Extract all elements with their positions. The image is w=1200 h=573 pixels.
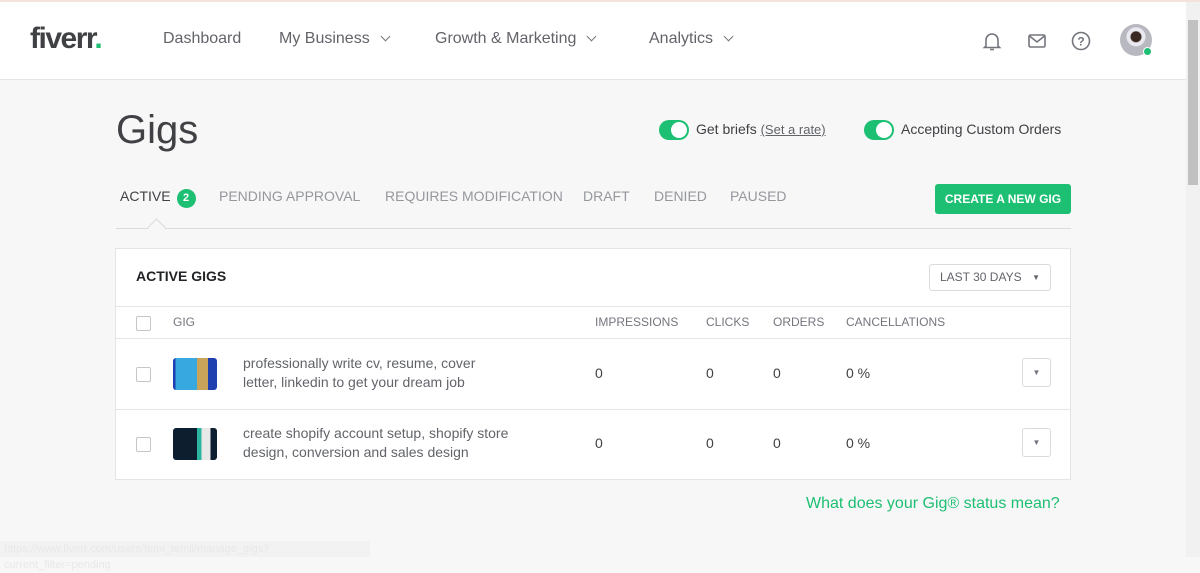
tab-draft[interactable]: DRAFT bbox=[583, 188, 630, 204]
get-briefs-toggle[interactable] bbox=[659, 120, 689, 140]
date-range-select[interactable]: LAST 30 DAYS ▼ bbox=[929, 264, 1051, 291]
gig-title[interactable]: create shopify account setup, shopify st… bbox=[243, 424, 513, 462]
col-impressions: IMPRESSIONS bbox=[595, 315, 679, 329]
tab-requires-modification[interactable]: REQUIRES MODIFICATION bbox=[385, 188, 563, 204]
nav-my-business[interactable]: My Business bbox=[279, 30, 391, 48]
clicks: 0 bbox=[706, 365, 714, 381]
tab-divider bbox=[116, 228, 1071, 229]
active-count-badge: 2 bbox=[176, 189, 196, 208]
col-orders: ORDERS bbox=[773, 315, 825, 329]
active-gigs-card: ACTIVE GIGS LAST 30 DAYS ▼ GIG IMPRESSION… bbox=[115, 248, 1071, 480]
nav-dashboard[interactable]: Dashboard bbox=[163, 30, 241, 48]
custom-orders-label: Accepting Custom Orders bbox=[901, 121, 1062, 137]
tab-pending-approval[interactable]: PENDING APPROVAL bbox=[219, 188, 360, 204]
divider bbox=[116, 409, 1070, 410]
caret-down-icon: ▼ bbox=[1032, 273, 1040, 282]
row-actions-dropdown[interactable]: ▼ bbox=[1022, 428, 1051, 457]
row-actions-dropdown[interactable]: ▼ bbox=[1022, 358, 1051, 387]
scrollbar-thumb[interactable] bbox=[1188, 20, 1198, 185]
tab-paused[interactable]: PAUSED bbox=[730, 188, 787, 204]
top-nav: fiverr. Dashboard My Business Growth & M… bbox=[0, 2, 1186, 80]
cancellations: 0 % bbox=[846, 365, 871, 381]
gig-status-help-link[interactable]: What does your Gig® status mean? bbox=[806, 495, 1060, 513]
col-clicks: CLICKS bbox=[706, 315, 750, 329]
impressions: 0 bbox=[595, 435, 603, 451]
nav-analytics[interactable]: Analytics bbox=[649, 30, 734, 48]
chevron-down-icon bbox=[380, 31, 391, 42]
col-gig: GIG bbox=[173, 315, 196, 329]
nav-growth-marketing[interactable]: Growth & Marketing bbox=[435, 30, 597, 48]
chevron-down-icon bbox=[723, 31, 734, 42]
tab-denied[interactable]: DENIED bbox=[654, 188, 707, 204]
custom-orders-toggle[interactable] bbox=[864, 120, 894, 140]
get-briefs-label: Get briefs (Set a rate) bbox=[696, 121, 826, 137]
set-rate-link[interactable]: (Set a rate) bbox=[761, 122, 826, 137]
select-all-checkbox[interactable] bbox=[136, 316, 151, 331]
clicks: 0 bbox=[706, 435, 714, 451]
divider bbox=[116, 306, 1070, 307]
scrollbar[interactable] bbox=[1186, 2, 1200, 557]
orders: 0 bbox=[773, 435, 781, 451]
row-checkbox[interactable] bbox=[136, 437, 151, 452]
gig-thumbnail[interactable] bbox=[173, 358, 217, 390]
impressions: 0 bbox=[595, 365, 603, 381]
gig-thumbnail[interactable] bbox=[173, 428, 217, 460]
orders: 0 bbox=[773, 365, 781, 381]
gig-title[interactable]: professionally write cv, resume, cover l… bbox=[243, 354, 513, 392]
chevron-down-icon bbox=[586, 31, 597, 42]
row-checkbox[interactable] bbox=[136, 367, 151, 382]
svg-text:?: ? bbox=[1077, 35, 1084, 49]
online-indicator bbox=[1143, 47, 1152, 56]
active-tab-indicator bbox=[147, 218, 166, 237]
fiverr-logo[interactable]: fiverr. bbox=[30, 22, 103, 56]
divider bbox=[116, 338, 1070, 339]
status-bar-url: https://www.fiverr.com/users/temi_temii/… bbox=[0, 541, 370, 571]
page-title: Gigs bbox=[116, 108, 199, 152]
cancellations: 0 % bbox=[846, 435, 871, 451]
mail-icon[interactable] bbox=[1026, 30, 1048, 52]
bell-icon[interactable] bbox=[981, 30, 1003, 52]
tab-active[interactable]: ACTIVE 2 bbox=[120, 188, 196, 208]
help-icon[interactable]: ? bbox=[1070, 30, 1092, 52]
create-gig-button[interactable]: CREATE A NEW GIG bbox=[935, 184, 1071, 214]
col-cancellations: CANCELLATIONS bbox=[846, 315, 946, 329]
card-title: ACTIVE GIGS bbox=[136, 268, 227, 284]
